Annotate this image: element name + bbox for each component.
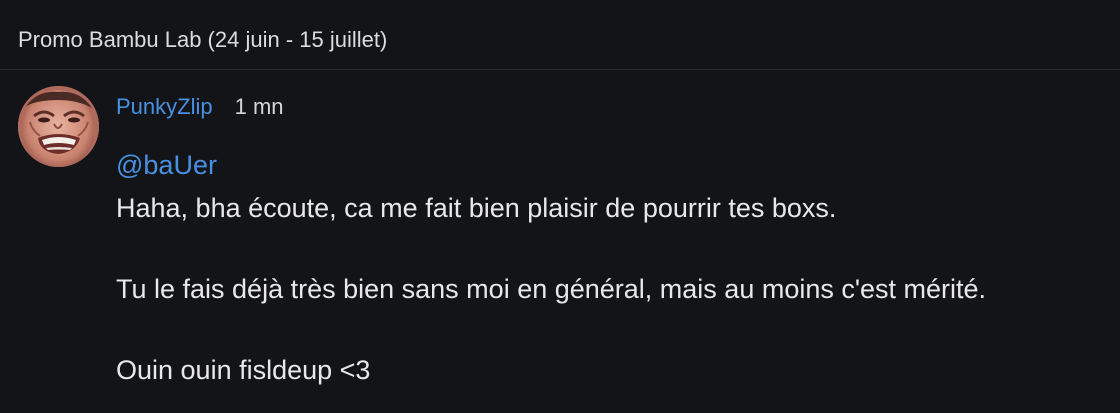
post-paragraph: Haha, bha écoute, ca me fait bien plaisi… <box>116 193 837 223</box>
post-time[interactable]: 1 mn <box>235 94 284 119</box>
post-paragraph: Tu le fais déjà très bien sans moi en gé… <box>116 274 987 304</box>
user-mention[interactable]: @baUer <box>116 148 1096 182</box>
avatar[interactable] <box>18 86 99 167</box>
post-body: @baUer Haha, bha écoute, ca me fait bien… <box>116 148 1096 387</box>
topic-header: Promo Bambu Lab (24 juin - 15 juillet) <box>0 0 1120 70</box>
grimacing-face-avatar-icon <box>18 86 99 167</box>
post-paragraph: Ouin ouin fisldeup <3 <box>116 355 371 385</box>
author-name[interactable]: PunkyZlip <box>116 94 213 119</box>
topic-title[interactable]: Promo Bambu Lab (24 juin - 15 juillet) <box>18 27 387 53</box>
post-meta: PunkyZlip 1 mn <box>116 93 284 121</box>
post: PunkyZlip 1 mn @baUer Haha, bha écoute, c… <box>0 71 1120 413</box>
